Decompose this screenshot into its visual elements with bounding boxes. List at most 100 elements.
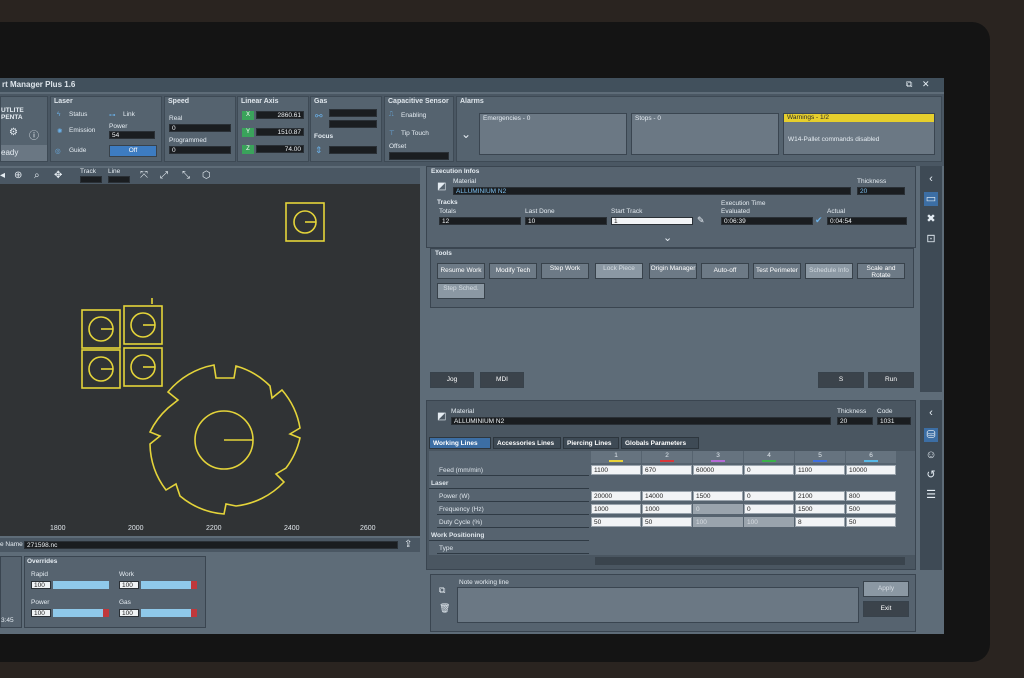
resume-work-button[interactable]: Resume Work: [437, 263, 485, 279]
table-cell[interactable]: 100: [693, 517, 743, 527]
run-button[interactable]: Run: [868, 372, 914, 388]
rapid-value[interactable]: 100: [31, 581, 51, 589]
user-settings-icon[interactable]: ☺: [924, 448, 938, 462]
start-track-field[interactable]: 1: [611, 217, 693, 225]
column-header: 2: [642, 451, 692, 463]
horizontal-scrollbar[interactable]: [595, 557, 905, 565]
power-value[interactable]: 100: [31, 609, 51, 617]
column-color-bar: [609, 460, 623, 462]
table-cell[interactable]: 14000: [642, 491, 692, 501]
expand-icon[interactable]: ⤢: [160, 170, 168, 181]
apply-button[interactable]: Apply: [863, 581, 909, 597]
rapid-label: Rapid: [31, 571, 48, 578]
table-cell[interactable]: 10000: [846, 465, 896, 475]
test-perimeter-button[interactable]: Test Perimeter: [753, 263, 801, 279]
lock-piece-button[interactable]: Lock Piece: [595, 263, 643, 279]
auto-off-button[interactable]: Auto-off: [701, 263, 749, 279]
table-cell[interactable]: 50: [846, 517, 896, 527]
ruler-tick-label: 2200: [206, 525, 222, 532]
tab-working-lines[interactable]: Working Lines: [429, 437, 491, 449]
table-row-label: Type: [437, 543, 589, 554]
table-cell[interactable]: 800: [846, 491, 896, 501]
work-value[interactable]: 100: [119, 581, 139, 589]
lock-piece-label: Lock Piece: [603, 265, 635, 272]
display-icon[interactable]: ⊡: [924, 232, 938, 246]
collapse-left-icon[interactable]: ‹: [924, 172, 938, 186]
tab-accessories-lines[interactable]: Accessories Lines: [493, 437, 561, 449]
note-textarea[interactable]: [457, 587, 859, 623]
s-button[interactable]: S: [818, 372, 864, 388]
restore-icon[interactable]: ⧉: [906, 79, 912, 90]
database-icon[interactable]: ⛁: [924, 428, 938, 442]
rapid-slider[interactable]: [53, 581, 109, 589]
power-slider[interactable]: [53, 609, 103, 617]
track-field[interactable]: [80, 176, 102, 183]
warnings-box[interactable]: Warnings - 1/2 W14-Pallet commands disab…: [783, 113, 935, 155]
file-name-field[interactable]: 271598.nc: [24, 541, 398, 549]
table-cell[interactable]: 1100: [591, 465, 641, 475]
cube-icon[interactable]: ⬡: [202, 170, 211, 181]
guide-toggle[interactable]: Off: [109, 145, 157, 157]
edit-icon[interactable]: ✎: [697, 215, 705, 226]
table-cell[interactable]: 20000: [591, 491, 641, 501]
tools-icon[interactable]: ✖: [924, 212, 938, 226]
gas-override-value[interactable]: 100: [119, 609, 139, 617]
move-icon[interactable]: ✥: [54, 170, 62, 181]
actual-label: Actual: [827, 208, 846, 215]
fit-icon[interactable]: ⤧: [140, 170, 148, 181]
chevron-down-icon[interactable]: ⌄: [461, 127, 471, 141]
arrow-icon[interactable]: ◂: [0, 170, 5, 181]
table-cell[interactable]: 0: [744, 504, 794, 514]
gas-slider[interactable]: [141, 609, 191, 617]
work-slider[interactable]: [141, 581, 191, 589]
table-cell[interactable]: 1500: [693, 491, 743, 501]
mdi-button[interactable]: MDI: [480, 372, 524, 388]
table-cell[interactable]: 100: [744, 517, 794, 527]
tab-piercing-lines[interactable]: Piercing Lines: [563, 437, 619, 449]
zoom-in-icon[interactable]: ⊕: [14, 170, 22, 181]
table-cell[interactable]: 1000: [642, 504, 692, 514]
upload-icon[interactable]: ⇪: [404, 539, 412, 550]
scale-rotate-button[interactable]: Scale and Rotate: [857, 263, 905, 279]
info-icon[interactable]: ⓘ: [29, 127, 39, 142]
tab-globals-parameters[interactable]: Globals Parameters: [621, 437, 699, 449]
trash-icon[interactable]: 🗑: [439, 603, 450, 614]
table-cell[interactable]: 60000: [693, 465, 743, 475]
table-row-label: Feed (mm/min): [437, 465, 589, 476]
table-cell[interactable]: 0: [744, 465, 794, 475]
table-cell[interactable]: 0: [744, 491, 794, 501]
collapse-left-icon-2[interactable]: ‹: [924, 406, 938, 420]
origin-manager-button[interactable]: Origin Manager: [649, 263, 697, 279]
gear-icon[interactable]: ⚙: [9, 127, 18, 138]
close-icon[interactable]: ✕: [922, 79, 930, 90]
table-cell[interactable]: 50: [591, 517, 641, 527]
table-cell[interactable]: 1100: [795, 465, 845, 475]
table-cell[interactable]: 500: [846, 504, 896, 514]
power-slider-end: [103, 609, 109, 617]
history-icon[interactable]: ↺: [924, 468, 938, 482]
modify-tech-button[interactable]: Modify Tech: [489, 263, 537, 279]
step-sched-button[interactable]: Step Sched.: [437, 283, 485, 299]
table-cell[interactable]: 1000: [591, 504, 641, 514]
table-cell[interactable]: 50: [642, 517, 692, 527]
shrink-icon[interactable]: ⤡: [182, 170, 190, 181]
expand-chevron-icon[interactable]: ⌄: [663, 231, 672, 244]
zoom-icon[interactable]: ⌕: [34, 170, 40, 181]
table-cell[interactable]: 0: [693, 504, 743, 514]
laser-power-field[interactable]: 54: [109, 131, 155, 139]
exit-button[interactable]: Exit: [863, 601, 909, 617]
monitor-icon[interactable]: ▭: [924, 192, 938, 206]
jog-button[interactable]: Jog: [430, 372, 474, 388]
step-work-button[interactable]: Step Work: [541, 263, 589, 279]
table-cell[interactable]: 670: [642, 465, 692, 475]
schedule-info-button[interactable]: Schedule Info: [805, 263, 853, 279]
table-cell[interactable]: 1500: [795, 504, 845, 514]
laser-title: Laser: [54, 98, 73, 105]
bed-icon[interactable]: ☰: [924, 488, 938, 502]
line-field[interactable]: [108, 176, 130, 183]
copy-icon[interactable]: ⧉: [439, 585, 445, 596]
table-cell[interactable]: 8: [795, 517, 845, 527]
part-canvas[interactable]: [0, 184, 420, 526]
table-cell[interactable]: 2100: [795, 491, 845, 501]
table-section-header: Work Positioning: [429, 530, 589, 541]
